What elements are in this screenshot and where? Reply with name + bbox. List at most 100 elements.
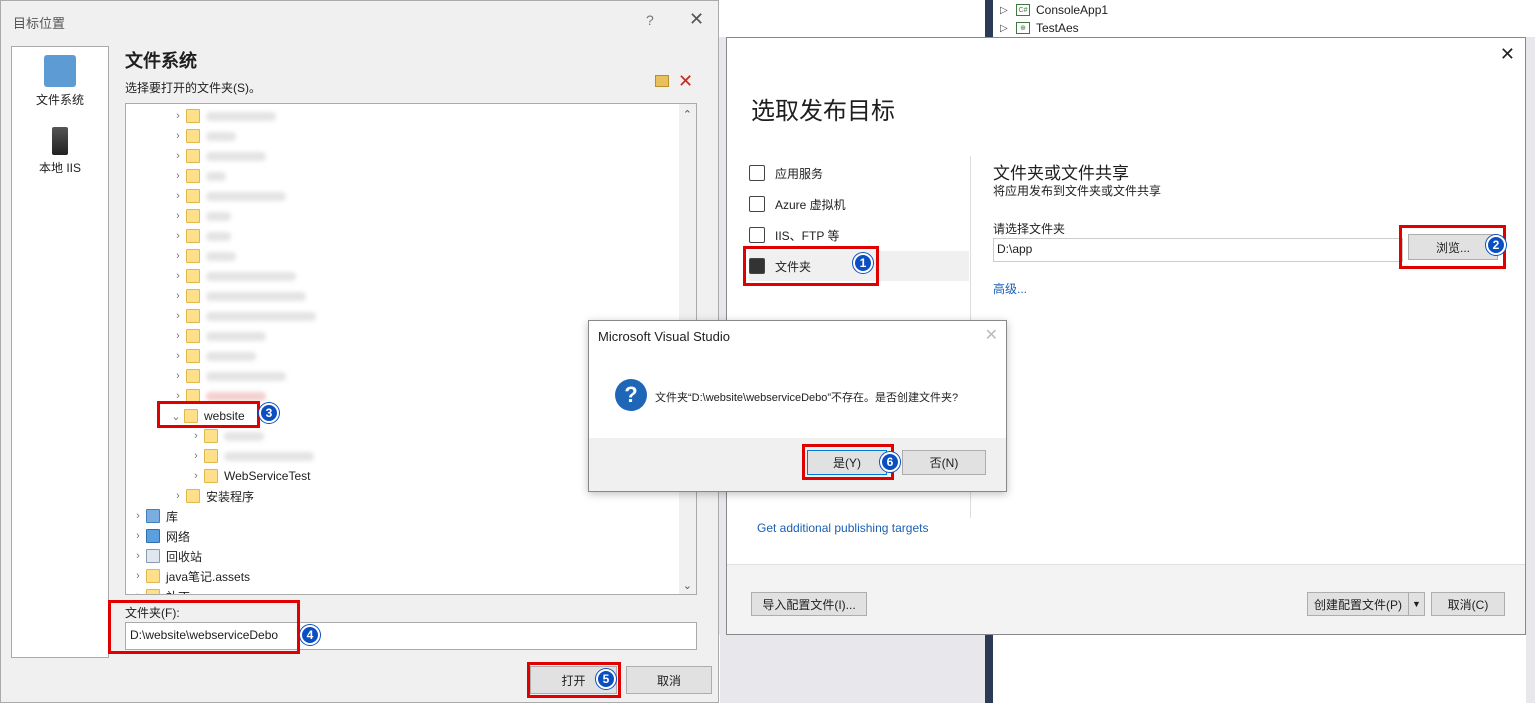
close-icon[interactable]: ✕ (1500, 44, 1515, 65)
folder-icon (204, 429, 218, 443)
tree-row[interactable]: › (170, 206, 231, 226)
nav-item-label: 文件系统 (35, 93, 84, 107)
redacted-text (206, 111, 276, 121)
close-icon[interactable]: ✕ (689, 9, 704, 30)
tree-row[interactable]: › (188, 446, 314, 466)
csharp-project-icon: C# (1016, 4, 1030, 16)
tree-row-library[interactable]: › 库 (130, 506, 178, 526)
step-badge-2: 2 (1486, 235, 1506, 255)
folder-icon (186, 149, 200, 163)
chevron-right-icon[interactable]: › (170, 370, 186, 382)
expand-arrow-icon[interactable]: ▷ (1000, 23, 1016, 34)
chevron-right-icon[interactable]: › (170, 330, 186, 342)
tree-row[interactable]: › (188, 426, 264, 446)
chevron-right-icon[interactable]: › (130, 570, 146, 582)
chevron-right-icon[interactable]: › (170, 230, 186, 242)
tree-row[interactable]: › (170, 266, 296, 286)
chevron-right-icon[interactable]: › (170, 250, 186, 262)
new-folder-icon[interactable] (655, 75, 669, 87)
network-icon (146, 529, 160, 543)
tree-row-partial[interactable]: › 补丁 (130, 586, 190, 594)
solution-item-testaes[interactable]: ▷ ⊕ TestAes (1000, 18, 1079, 38)
folder-icon (186, 189, 200, 203)
tree-row-network[interactable]: › 网络 (130, 526, 190, 546)
chevron-right-icon[interactable]: › (170, 190, 186, 202)
tree-row-java-notes[interactable]: › java笔记.assets (130, 566, 250, 586)
folder-icon (146, 569, 160, 583)
tree-row[interactable]: › (170, 246, 236, 266)
chevron-right-icon[interactable]: › (170, 350, 186, 362)
tree-row[interactable]: › (170, 346, 256, 366)
delete-icon[interactable]: ✕ (678, 71, 693, 92)
step-badge-3: 3 (259, 403, 279, 423)
chevron-right-icon[interactable]: › (170, 310, 186, 322)
tree-row[interactable]: › (170, 166, 226, 186)
import-profile-button[interactable]: 导入配置文件(I)... (751, 592, 867, 616)
target-detail-title: 文件夹或文件共享 (993, 164, 1129, 183)
solution-item-consoleapp1[interactable]: ▷ C# ConsoleApp1 (1000, 0, 1108, 20)
tree-row[interactable]: › (170, 106, 276, 126)
tree-row-recycle-bin[interactable]: › 回收站 (130, 546, 202, 566)
create-profile-button[interactable]: 创建配置文件(P) (1307, 592, 1409, 616)
ide-background-right-edge (1526, 37, 1535, 703)
tree-row-installer[interactable]: › 安装程序 (170, 486, 254, 506)
azure-vm-icon (749, 196, 765, 212)
create-folder-messagebox: Microsoft Visual Studio ✕ ? 文件夹“D:\websi… (588, 320, 1007, 492)
tree-row-label: 安装程序 (206, 489, 255, 504)
no-button[interactable]: 否(N) (902, 450, 986, 475)
help-icon[interactable]: ? (646, 12, 654, 28)
chevron-right-icon[interactable]: › (170, 110, 186, 122)
chevron-right-icon[interactable]: › (188, 430, 204, 442)
tree-row-webservicetest[interactable]: › WebServiceTest (188, 466, 310, 486)
chevron-right-icon[interactable]: › (170, 130, 186, 142)
chevron-right-icon[interactable]: › (170, 210, 186, 222)
nav-item-local-iis[interactable]: 本地 IIS (12, 127, 108, 176)
chevron-right-icon[interactable]: › (130, 590, 146, 594)
tree-row[interactable]: › (170, 326, 266, 346)
folder-icon (186, 209, 200, 223)
chevron-right-icon[interactable]: › (188, 470, 204, 482)
target-label: 应用服务 (775, 166, 824, 181)
tree-row[interactable]: › (170, 286, 306, 306)
folder-icon (186, 129, 200, 143)
chevron-right-icon[interactable]: › (170, 150, 186, 162)
create-profile-dropdown[interactable]: ▼ (1408, 592, 1425, 616)
folder-icon (186, 369, 200, 383)
chevron-right-icon[interactable]: › (130, 550, 146, 562)
chevron-right-icon[interactable]: › (170, 170, 186, 182)
folder-icon (186, 489, 200, 503)
chevron-right-icon[interactable]: › (170, 290, 186, 302)
chevron-right-icon[interactable]: › (130, 510, 146, 522)
chevron-right-icon[interactable]: › (170, 270, 186, 282)
tree-row[interactable]: › (170, 126, 236, 146)
tree-row[interactable]: › (170, 306, 316, 326)
highlight-website-row (157, 401, 260, 428)
redacted-text (206, 191, 286, 201)
cancel-button[interactable]: 取消(C) (1431, 592, 1505, 616)
nav-item-file-system[interactable]: 文件系统 (12, 55, 108, 108)
target-azure-vm[interactable]: Azure 虚拟机 (749, 189, 969, 219)
expand-arrow-icon[interactable]: ▷ (1000, 5, 1016, 16)
messagebox-title: Microsoft Visual Studio (598, 329, 730, 344)
chevron-right-icon[interactable]: › (170, 490, 186, 502)
cancel-button[interactable]: 取消 (626, 666, 712, 694)
scroll-down-icon[interactable]: ⌄ (683, 579, 692, 592)
tree-row[interactable]: › (170, 186, 286, 206)
redacted-text (206, 311, 316, 321)
redacted-text (206, 331, 266, 341)
ide-background-bottom (720, 635, 985, 703)
additional-targets-link[interactable]: Get additional publishing targets (757, 521, 928, 535)
advanced-link[interactable]: 高级... (993, 280, 1027, 297)
tree-row[interactable]: › (170, 146, 266, 166)
tree-row[interactable]: › (170, 226, 231, 246)
target-app-service[interactable]: 应用服务 (749, 158, 969, 188)
publish-folder-input[interactable]: D:\app (993, 238, 1403, 262)
chevron-right-icon[interactable]: › (130, 530, 146, 542)
scroll-up-icon[interactable]: ⌃ (683, 108, 692, 121)
target-label: IIS、FTP 等 (775, 228, 840, 243)
chevron-right-icon[interactable]: › (188, 450, 204, 462)
redacted-text (206, 371, 286, 381)
tree-row[interactable]: › (170, 366, 286, 386)
folder-icon (186, 349, 200, 363)
close-icon[interactable]: ✕ (985, 325, 998, 345)
